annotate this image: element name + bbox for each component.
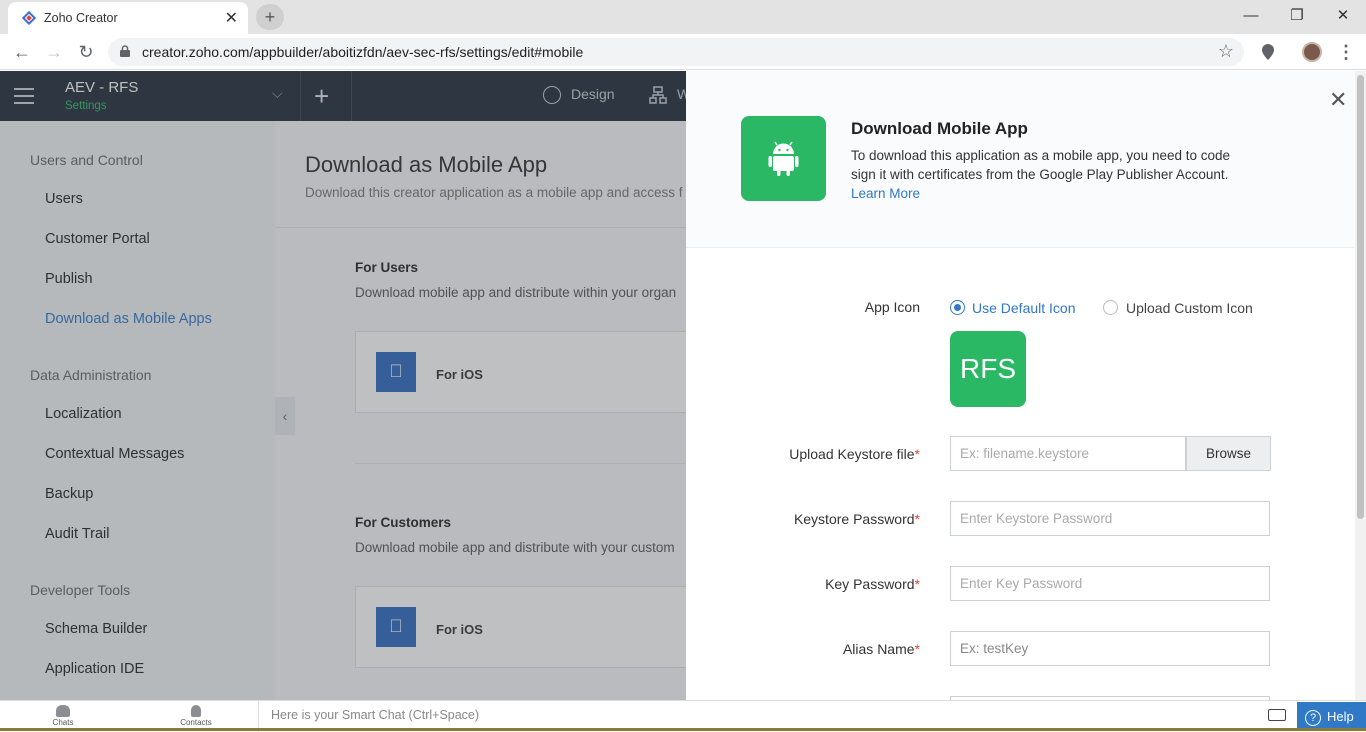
contacts-icon: [191, 705, 201, 717]
use-default-icon-label[interactable]: Use Default Icon: [972, 300, 1076, 316]
download-mobile-app-panel: Download Mobile App To download this app…: [686, 71, 1366, 706]
bottom-bar: Chats Contacts Here is your Smart Chat (…: [0, 700, 1366, 732]
panel-close-icon[interactable]: ✕: [1329, 87, 1347, 113]
browser-tab[interactable]: Zoho Creator ✕: [8, 2, 248, 34]
key-password-label: Key Password*: [825, 576, 920, 592]
new-tab-button[interactable]: +: [256, 4, 284, 30]
browser-tab-strip: Zoho Creator ✕ + — ❐ ✕: [0, 0, 1366, 34]
alias-name-label: Alias Name*: [842, 641, 920, 657]
keystore-password-placeholder: Enter Keystore Password: [960, 511, 1113, 526]
browser-menu-icon[interactable]: ⋮: [1334, 40, 1358, 64]
android-icon: [741, 116, 826, 201]
tab-close-icon[interactable]: ✕: [225, 8, 238, 28]
default-app-icon: RFS: [950, 331, 1026, 407]
chats-button[interactable]: Chats: [33, 705, 93, 727]
smart-chat-input[interactable]: Here is your Smart Chat (Ctrl+Space): [271, 708, 479, 722]
use-default-icon-radio[interactable]: [950, 300, 965, 315]
upload-custom-icon-label[interactable]: Upload Custom Icon: [1126, 300, 1253, 316]
restore-button[interactable]: ❐: [1274, 4, 1320, 28]
alias-name-placeholder: Ex: testKey: [960, 641, 1029, 656]
help-button[interactable]: ? Help: [1297, 702, 1366, 731]
url-text: creator.zoho.com/appbuilder/aboitizfdn/a…: [142, 44, 584, 60]
keystore-file-placeholder: Ex: filename.keystore: [960, 446, 1090, 461]
key-password-input[interactable]: Enter Key Password: [950, 566, 1270, 601]
key-password-placeholder: Enter Key Password: [960, 576, 1083, 591]
app-icon-label: App Icon: [864, 299, 920, 315]
upload-custom-icon-radio[interactable]: [1103, 300, 1118, 315]
zoho-favicon-icon: [22, 11, 36, 25]
panel-title: Download Mobile App: [851, 119, 1028, 138]
back-button[interactable]: ←: [10, 40, 34, 64]
keystore-file-input[interactable]: Ex: filename.keystore Browse: [950, 436, 1271, 471]
panel-header: Download Mobile App To download this app…: [686, 71, 1354, 248]
forward-button[interactable]: →: [42, 40, 66, 64]
alias-name-input[interactable]: Ex: testKey: [950, 631, 1270, 666]
lock-icon: [120, 45, 130, 57]
panel-description-line1: To download this application as a mobile…: [851, 148, 1231, 163]
learn-more-link[interactable]: Learn More: [851, 186, 920, 201]
address-bar[interactable]: creator.zoho.com/appbuilder/aboitizfdn/a…: [108, 38, 1244, 66]
chat-icon: [56, 705, 70, 717]
minimize-button[interactable]: —: [1228, 4, 1274, 28]
profile-avatar[interactable]: [1302, 42, 1322, 62]
contacts-label: Contacts: [180, 718, 212, 727]
panel-scrollbar[interactable]: [1355, 71, 1366, 700]
help-label: Help: [1327, 709, 1354, 724]
contacts-button[interactable]: Contacts: [166, 705, 226, 727]
window-close-button[interactable]: ✕: [1320, 4, 1366, 28]
keyboard-icon[interactable]: [1268, 709, 1286, 721]
keystore-password-label: Keystore Password*: [793, 511, 920, 527]
tab-title: Zoho Creator: [44, 11, 118, 25]
help-icon: ?: [1305, 709, 1321, 726]
keystore-password-input[interactable]: Enter Keystore Password: [950, 501, 1270, 536]
chats-label: Chats: [52, 718, 74, 727]
browse-button[interactable]: Browse: [1186, 436, 1271, 471]
modal-backdrop[interactable]: [0, 71, 686, 700]
location-pin-icon[interactable]: [1256, 40, 1280, 64]
browser-toolbar: ← → ↻ creator.zoho.com/appbuilder/aboiti…: [0, 34, 1366, 70]
scrollbar-thumb[interactable]: [1357, 75, 1364, 519]
reload-button[interactable]: ↻: [74, 40, 98, 64]
keystore-file-label: Upload Keystore file*: [789, 446, 920, 462]
bookmark-star-icon[interactable]: ☆: [1218, 41, 1234, 62]
panel-description-line2: sign it with certificates from the Googl…: [851, 167, 1229, 182]
